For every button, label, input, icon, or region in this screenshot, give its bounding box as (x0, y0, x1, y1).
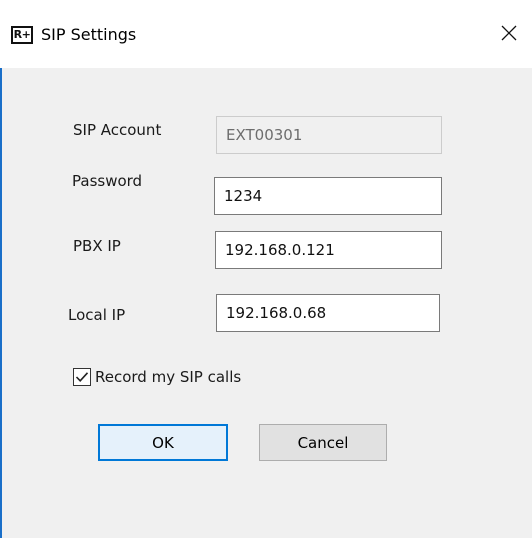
window-left-border (0, 0, 2, 538)
record-calls-option[interactable]: Record my SIP calls (73, 366, 241, 388)
cancel-button[interactable]: Cancel (259, 424, 387, 461)
password-field[interactable] (214, 177, 442, 215)
record-calls-checkbox[interactable] (73, 368, 91, 386)
close-button[interactable] (486, 10, 532, 56)
local-ip-label: Local IP (68, 306, 126, 324)
record-calls-label: Record my SIP calls (95, 368, 242, 386)
app-logo-icon: R+ (11, 26, 33, 44)
title-bar[interactable]: R+ SIP Settings (0, 0, 532, 68)
window-title: SIP Settings (41, 25, 137, 44)
pbx-ip-field[interactable] (215, 231, 442, 269)
ok-button[interactable]: OK (98, 424, 228, 461)
password-label: Password (72, 172, 143, 190)
close-icon (501, 25, 517, 41)
sip-account-field (216, 116, 442, 154)
sip-account-label: SIP Account (73, 121, 162, 139)
pbx-ip-label: PBX IP (73, 237, 121, 255)
local-ip-field[interactable] (216, 294, 440, 332)
checkmark-icon (75, 372, 89, 382)
sip-settings-dialog: R+ SIP Settings SIP Account Password PBX… (0, 0, 532, 538)
